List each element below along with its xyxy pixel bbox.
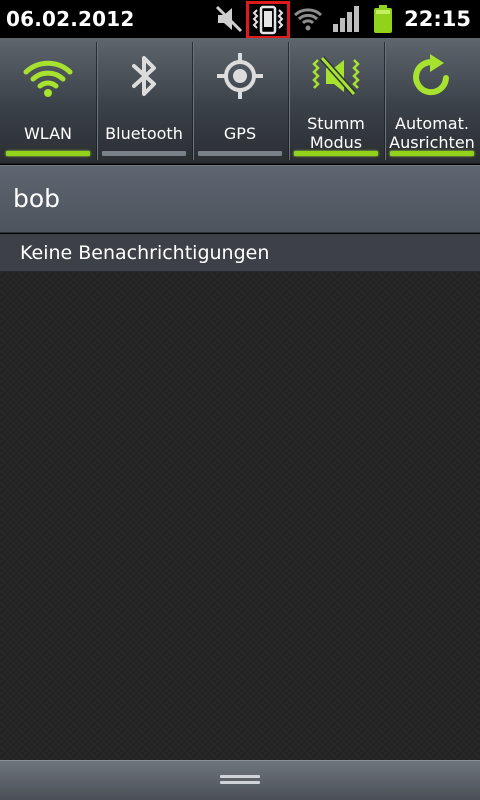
silent-mode-indicator (294, 151, 378, 156)
user-account-row[interactable]: bob (0, 165, 480, 233)
gps-label: GPS (223, 124, 257, 143)
battery-icon (374, 5, 392, 33)
bluetooth-indicator (102, 151, 186, 156)
bluetooth-icon (132, 56, 156, 96)
gps-toggle[interactable]: GPS (192, 38, 290, 164)
wlan-label: WLAN (23, 124, 72, 143)
silent-mode-label-line2: Modus (309, 133, 363, 152)
wlan-indicator (6, 151, 90, 156)
quick-settings-panel: WLAN Bluetooth GPS Stumm Modus Automat. … (0, 38, 480, 164)
status-date: 06.02.2012 (6, 7, 135, 31)
grip-icon (220, 775, 260, 786)
silent-mode-toggle[interactable]: Stumm Modus (288, 38, 386, 164)
bluetooth-label: Bluetooth (105, 124, 183, 143)
auto-rotate-label-line2: Ausrichten (389, 133, 475, 152)
notification-shade: 06.02.2012 22:15 WLAN Bluetooth GPS Stum… (0, 0, 480, 800)
gps-icon (217, 53, 263, 99)
mute-icon (215, 5, 243, 33)
status-time: 22:15 (404, 7, 471, 31)
wlan-toggle[interactable]: WLAN (0, 38, 98, 164)
auto-rotate-indicator (390, 151, 474, 156)
auto-rotate-label-line1: Automat. (395, 114, 469, 133)
notifications-header: Keine Benachrichtigungen (0, 234, 480, 272)
wifi-icon (293, 8, 323, 31)
notification-list (0, 272, 480, 760)
bluetooth-toggle[interactable]: Bluetooth (96, 38, 194, 164)
user-name: bob (13, 184, 61, 213)
silent-mode-label-line1: Stumm (307, 114, 365, 133)
vibrate-icon (246, 1, 290, 39)
auto-rotate-toggle[interactable]: Automat. Ausrichten (384, 38, 480, 164)
auto-rotate-icon (413, 54, 449, 96)
wifi-icon (23, 60, 73, 97)
silent-mode-icon (312, 56, 360, 96)
signal-icon (333, 6, 359, 32)
shade-drag-handle[interactable] (0, 760, 480, 800)
gps-indicator (198, 151, 282, 156)
status-bar: 06.02.2012 22:15 (0, 0, 480, 39)
no-notifications-text: Keine Benachrichtigungen (20, 242, 270, 264)
